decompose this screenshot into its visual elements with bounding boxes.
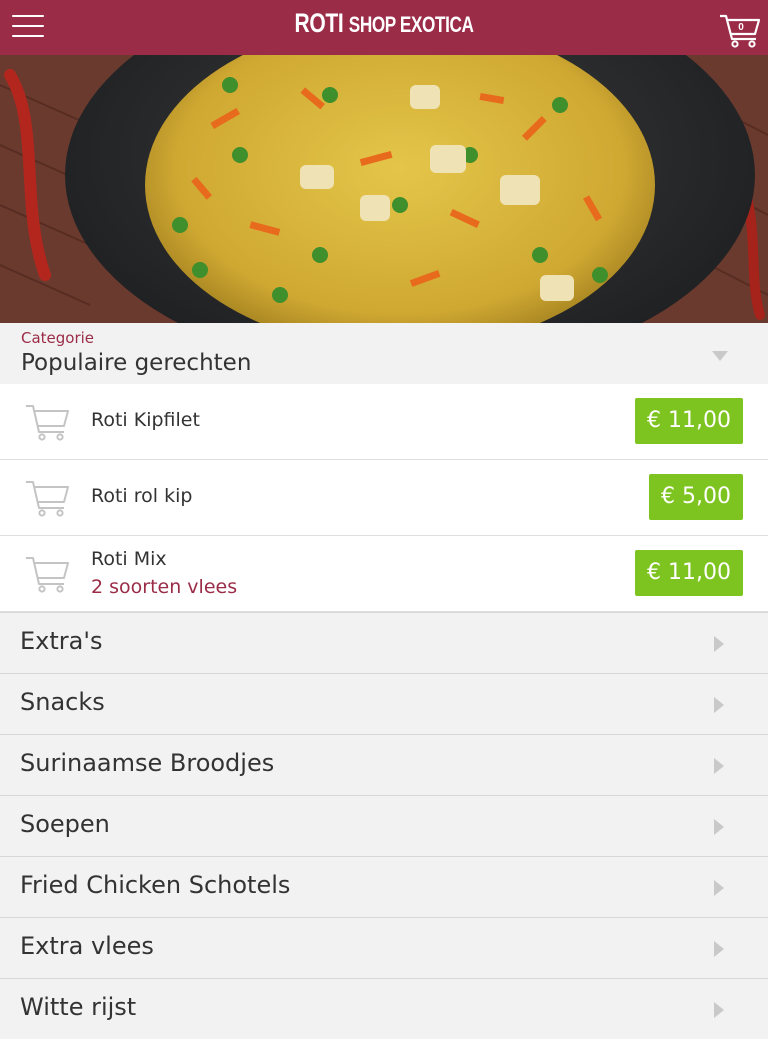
menu-item-subtitle: 2 soorten vlees	[91, 576, 238, 598]
add-to-cart-icon[interactable]	[24, 478, 70, 518]
shopping-cart-button[interactable]: 0	[718, 9, 762, 49]
chevron-right-icon	[714, 941, 724, 957]
menu-item: Roti Mix 2 soorten vlees € 11,00	[0, 536, 768, 612]
category-row[interactable]: Soepen	[0, 795, 768, 856]
category-row[interactable]: Extra's	[0, 612, 768, 673]
chevron-right-icon	[714, 819, 724, 835]
category-row-label: Soepen	[20, 810, 110, 838]
category-row[interactable]: Fried Chicken Schotels	[0, 856, 768, 917]
app-header: ROTI SHOP EXOTICA 0	[0, 0, 768, 55]
hero-food-image	[0, 55, 768, 323]
category-row-label: Surinaamse Broodjes	[20, 749, 275, 777]
category-value: Populaire gerechten	[21, 350, 252, 376]
category-label: Categorie	[21, 329, 95, 347]
menu-item-name: Roti Kipfilet	[91, 409, 200, 431]
add-to-cart-icon[interactable]	[24, 402, 70, 442]
category-row-label: Extra's	[20, 627, 103, 655]
menu-item: Roti rol kip € 5,00	[0, 460, 768, 536]
chevron-right-icon	[714, 880, 724, 896]
category-row[interactable]: Surinaamse Broodjes	[0, 734, 768, 795]
category-row[interactable]: Extra vlees	[0, 917, 768, 978]
chevron-down-icon	[712, 351, 728, 361]
category-row-label: Fried Chicken Schotels	[20, 871, 291, 899]
price-button[interactable]: € 11,00	[635, 398, 743, 444]
hamburger-menu-icon[interactable]	[12, 15, 44, 41]
price-button[interactable]: € 11,00	[635, 550, 743, 596]
price-button[interactable]: € 5,00	[649, 474, 743, 520]
category-row[interactable]: Snacks	[0, 673, 768, 734]
category-row-label: Snacks	[20, 688, 105, 716]
chevron-right-icon	[714, 758, 724, 774]
category-row-label: Witte rijst	[20, 993, 137, 1021]
chevron-right-icon	[714, 1002, 724, 1018]
brand-sub: SHOP EXOTICA	[348, 12, 474, 37]
cart-count-badge: 0	[738, 22, 744, 33]
category-row[interactable]: Witte rijst	[0, 978, 768, 1039]
chevron-right-icon	[714, 697, 724, 713]
category-selector[interactable]: Categorie Populaire gerechten	[0, 323, 768, 384]
add-to-cart-icon[interactable]	[24, 554, 70, 594]
category-row-label: Extra vlees	[20, 932, 154, 960]
brand-main: ROTI	[294, 8, 344, 38]
menu-item-name: Roti Mix	[91, 548, 167, 570]
menu-item: Roti Kipfilet € 11,00	[0, 384, 768, 460]
chevron-right-icon	[714, 636, 724, 652]
brand-logo: ROTI SHOP EXOTICA	[84, 8, 683, 39]
menu-item-name: Roti rol kip	[91, 485, 193, 507]
